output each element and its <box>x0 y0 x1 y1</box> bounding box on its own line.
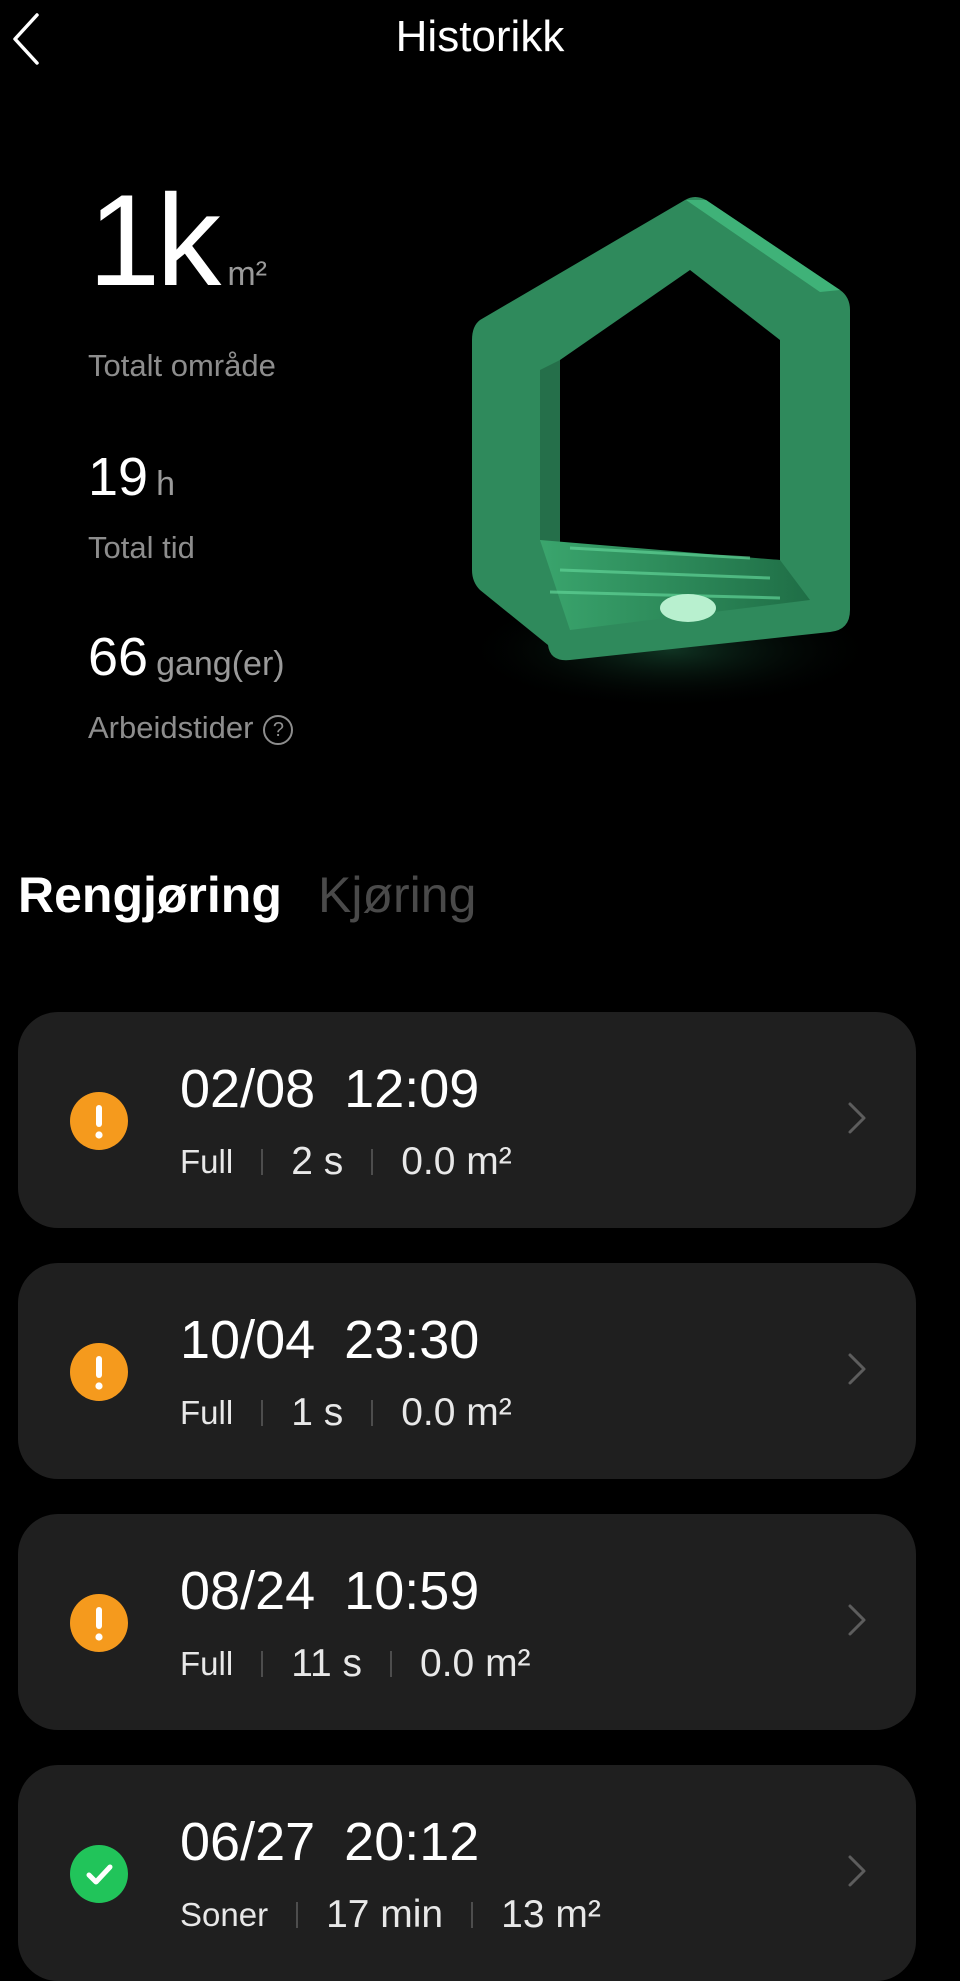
record-area: 0.0 m² <box>401 1391 512 1434</box>
record-datetime: 02/08 12:09 <box>180 1058 479 1120</box>
check-icon <box>86 1864 113 1885</box>
page-title: Historikk <box>395 12 565 61</box>
total-time-label: Total tid <box>88 530 195 565</box>
work-count-stat: 66 gang(er) <box>88 626 285 688</box>
history-record[interactable]: 06/27 20:12 Soner 17 min 13 m² <box>18 1765 916 1981</box>
warning-status <box>70 1594 128 1652</box>
success-status <box>70 1845 128 1903</box>
record-time: 23:30 <box>344 1310 480 1370</box>
total-time-value: 19 <box>88 447 149 507</box>
record-meta: Full 11 s 0.0 m² <box>180 1642 531 1686</box>
help-circle-icon[interactable]: ? <box>263 714 294 745</box>
record-datetime: 06/27 20:12 <box>180 1811 479 1873</box>
record-time: 12:09 <box>344 1059 480 1119</box>
divider <box>261 1400 264 1426</box>
divider <box>371 1149 374 1175</box>
house-illustration <box>460 197 880 710</box>
record-duration: 11 s <box>291 1642 363 1685</box>
record-mode: Full <box>180 1143 234 1180</box>
divider <box>261 1651 264 1677</box>
history-record[interactable]: 02/08 12:09 Full 2 s 0.0 m² <box>18 1012 916 1228</box>
exclamation-icon <box>95 1607 103 1641</box>
record-duration: 1 s <box>291 1391 344 1434</box>
total-time-unit: h <box>156 465 175 503</box>
record-datetime: 10/04 23:30 <box>180 1309 479 1371</box>
record-meta: Full 2 s 0.0 m² <box>180 1140 512 1184</box>
chevron-right-icon <box>848 1855 866 1887</box>
work-count-value: 66 <box>88 627 149 687</box>
total-area-stat: 1k m² <box>88 170 267 310</box>
record-mode: Full <box>180 1645 234 1682</box>
record-time: 20:12 <box>344 1812 480 1872</box>
divider <box>261 1149 264 1175</box>
work-count-label: Arbeidstider? <box>88 710 294 746</box>
divider <box>390 1651 393 1677</box>
work-count-label-text: Arbeidstider <box>88 710 254 745</box>
total-time-stat: 19 h <box>88 446 175 508</box>
record-duration: 2 s <box>291 1140 344 1183</box>
record-date: 08/24 <box>180 1561 316 1621</box>
divider <box>296 1902 299 1928</box>
divider <box>471 1902 474 1928</box>
record-area: 13 m² <box>501 1893 601 1936</box>
divider <box>371 1400 374 1426</box>
total-area-label: Totalt område <box>88 348 276 383</box>
record-date: 02/08 <box>180 1059 316 1119</box>
record-date: 06/27 <box>180 1812 316 1872</box>
chevron-right-icon <box>848 1102 866 1134</box>
exclamation-icon <box>95 1105 103 1139</box>
warning-status <box>70 1092 128 1150</box>
total-area-unit: m² <box>227 255 267 293</box>
chevron-right-icon <box>848 1353 866 1385</box>
history-record[interactable]: 10/04 23:30 Full 1 s 0.0 m² <box>18 1263 916 1479</box>
record-mode: Full <box>180 1394 234 1431</box>
warning-status <box>70 1343 128 1401</box>
chevron-right-icon <box>848 1604 866 1636</box>
record-area: 0.0 m² <box>401 1140 512 1183</box>
record-duration: 17 min <box>326 1893 444 1936</box>
record-date: 10/04 <box>180 1310 316 1370</box>
record-time: 10:59 <box>344 1561 480 1621</box>
record-datetime: 08/24 10:59 <box>180 1560 479 1622</box>
record-mode: Soner <box>180 1896 269 1933</box>
exclamation-icon <box>95 1356 103 1390</box>
total-area-value: 1k <box>88 167 221 313</box>
record-meta: Soner 17 min 13 m² <box>180 1893 601 1937</box>
header: Historikk <box>0 0 960 80</box>
history-record[interactable]: 08/24 10:59 Full 11 s 0.0 m² <box>18 1514 916 1730</box>
tab-cleaning[interactable]: Rengjøring <box>18 866 282 924</box>
record-meta: Full 1 s 0.0 m² <box>180 1391 512 1435</box>
record-area: 0.0 m² <box>420 1642 531 1685</box>
tab-driving[interactable]: Kjøring <box>318 866 476 924</box>
work-count-unit: gang(er) <box>156 645 285 683</box>
